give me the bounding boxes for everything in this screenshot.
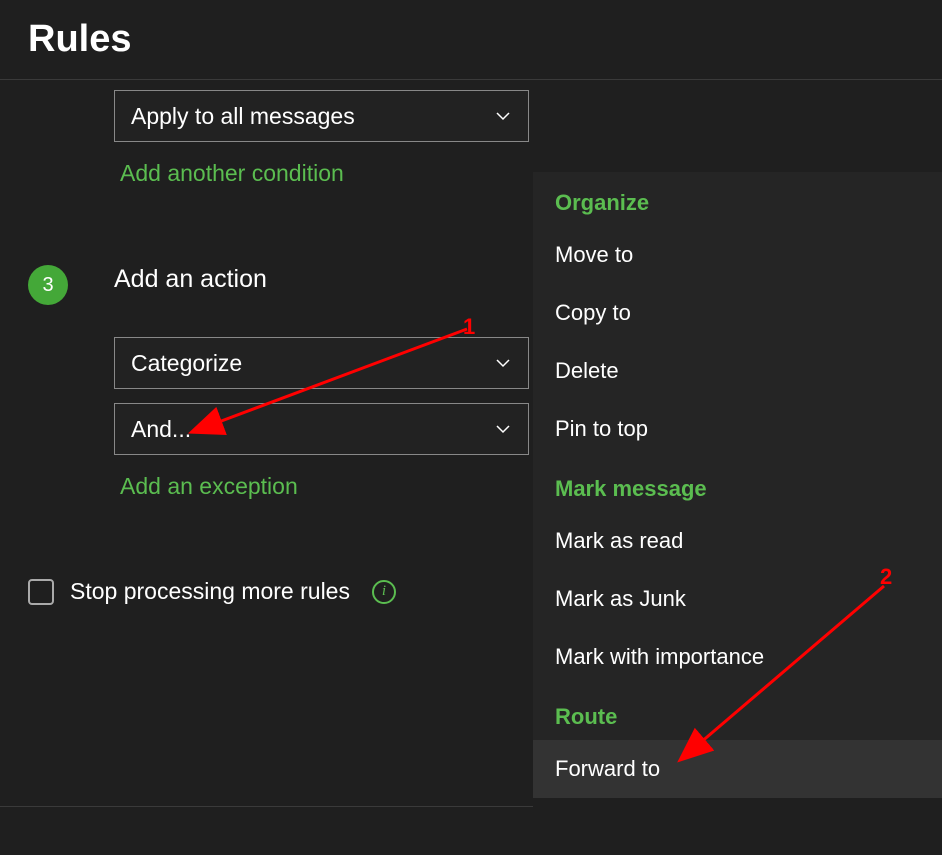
condition-dropdown[interactable]: Apply to all messages (114, 90, 529, 142)
stop-processing-label: Stop processing more rules (70, 578, 350, 605)
action-heading-row: 3 Add an action (0, 265, 530, 309)
menu-group-organize: Organize (533, 172, 942, 226)
info-icon[interactable]: i (372, 580, 396, 604)
page-title: Rules (0, 0, 942, 79)
menu-group-mark: Mark message (533, 458, 942, 512)
add-exception-link[interactable]: Add an exception (120, 455, 298, 518)
step-badge: 3 (28, 265, 68, 305)
menu-item-copy-to[interactable]: Copy to (533, 284, 942, 342)
menu-item-delete[interactable]: Delete (533, 342, 942, 400)
add-condition-link[interactable]: Add another condition (120, 142, 344, 205)
menu-item-forward-to[interactable]: Forward to (533, 740, 942, 798)
menu-item-mark-importance[interactable]: Mark with importance (533, 628, 942, 686)
menu-item-mark-junk[interactable]: Mark as Junk (533, 570, 942, 628)
stop-processing-row: Stop processing more rules i (28, 578, 530, 605)
left-column: Apply to all messages Add another condit… (0, 82, 530, 605)
action-dropdown-2-label: And... (131, 416, 191, 443)
menu-item-move-to[interactable]: Move to (533, 226, 942, 284)
menu-item-pin-to-top[interactable]: Pin to top (533, 400, 942, 458)
condition-dropdown-label: Apply to all messages (131, 103, 355, 130)
action-menu: Organize Move to Copy to Delete Pin to t… (533, 172, 942, 798)
chevron-down-icon (494, 420, 512, 438)
chevron-down-icon (494, 354, 512, 372)
bottom-divider (0, 806, 533, 807)
action-dropdown-1[interactable]: Categorize (114, 337, 529, 389)
action-dropdown-2[interactable]: And... (114, 403, 529, 455)
chevron-down-icon (494, 107, 512, 125)
menu-group-route: Route (533, 686, 942, 740)
content-area: Apply to all messages Add another condit… (0, 80, 942, 605)
stop-processing-checkbox[interactable] (28, 579, 54, 605)
action-dropdown-1-label: Categorize (131, 350, 242, 377)
action-heading: Add an action (114, 265, 530, 294)
menu-item-mark-read[interactable]: Mark as read (533, 512, 942, 570)
